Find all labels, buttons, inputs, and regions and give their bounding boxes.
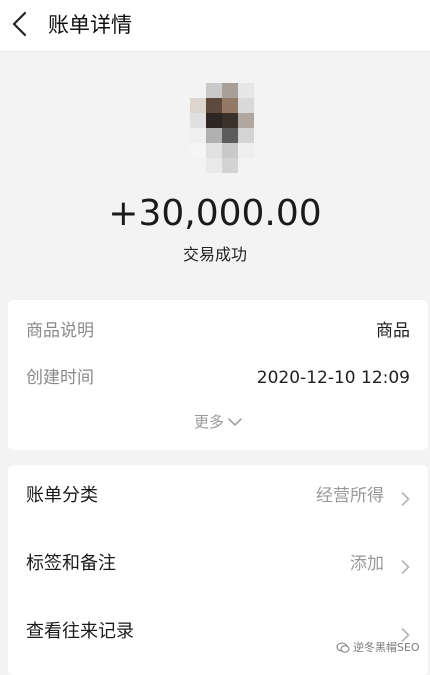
chat-bubble-icon	[336, 642, 350, 653]
detail-label: 创建时间	[26, 368, 94, 388]
chevron-right-icon	[401, 492, 410, 506]
transaction-status: 交易成功	[182, 245, 247, 264]
watermark: 逆冬黑帽SEO	[336, 638, 426, 658]
item-value: 经营所得	[316, 486, 384, 506]
detail-row-description: 商品说明 商品	[26, 318, 410, 344]
detail-value: 2020-12-10 12:09	[256, 368, 410, 388]
chevron-down-icon	[228, 418, 242, 426]
tags-notes-item[interactable]: 标签和备注 添加	[8, 536, 428, 592]
more-section: 更多	[8, 411, 428, 433]
item-label: 标签和备注	[26, 553, 116, 574]
watermark-text: 逆冬黑帽SEO	[353, 641, 420, 654]
detail-row-created-time: 创建时间 2020-12-10 12:09	[26, 365, 410, 391]
item-value: 添加	[350, 554, 384, 574]
detail-label: 商品说明	[26, 321, 94, 341]
bill-category-item[interactable]: 账单分类 经营所得	[8, 468, 428, 524]
chevron-left-icon[interactable]	[10, 11, 30, 37]
more-label: 更多	[193, 413, 224, 431]
more-button[interactable]: 更多	[194, 411, 242, 433]
chevron-right-icon	[401, 560, 410, 574]
top-bar: 账单详情	[0, 0, 430, 52]
avatar	[190, 83, 254, 173]
detail-value: 商品	[376, 321, 410, 341]
page-title: 账单详情	[48, 13, 132, 37]
item-label: 账单分类	[26, 485, 98, 506]
details-card: 商品说明 商品 创建时间 2020-12-10 12:09 更多	[8, 300, 428, 450]
transaction-amount: +30,000.00	[108, 193, 322, 234]
item-label: 查看往来记录	[26, 621, 134, 642]
